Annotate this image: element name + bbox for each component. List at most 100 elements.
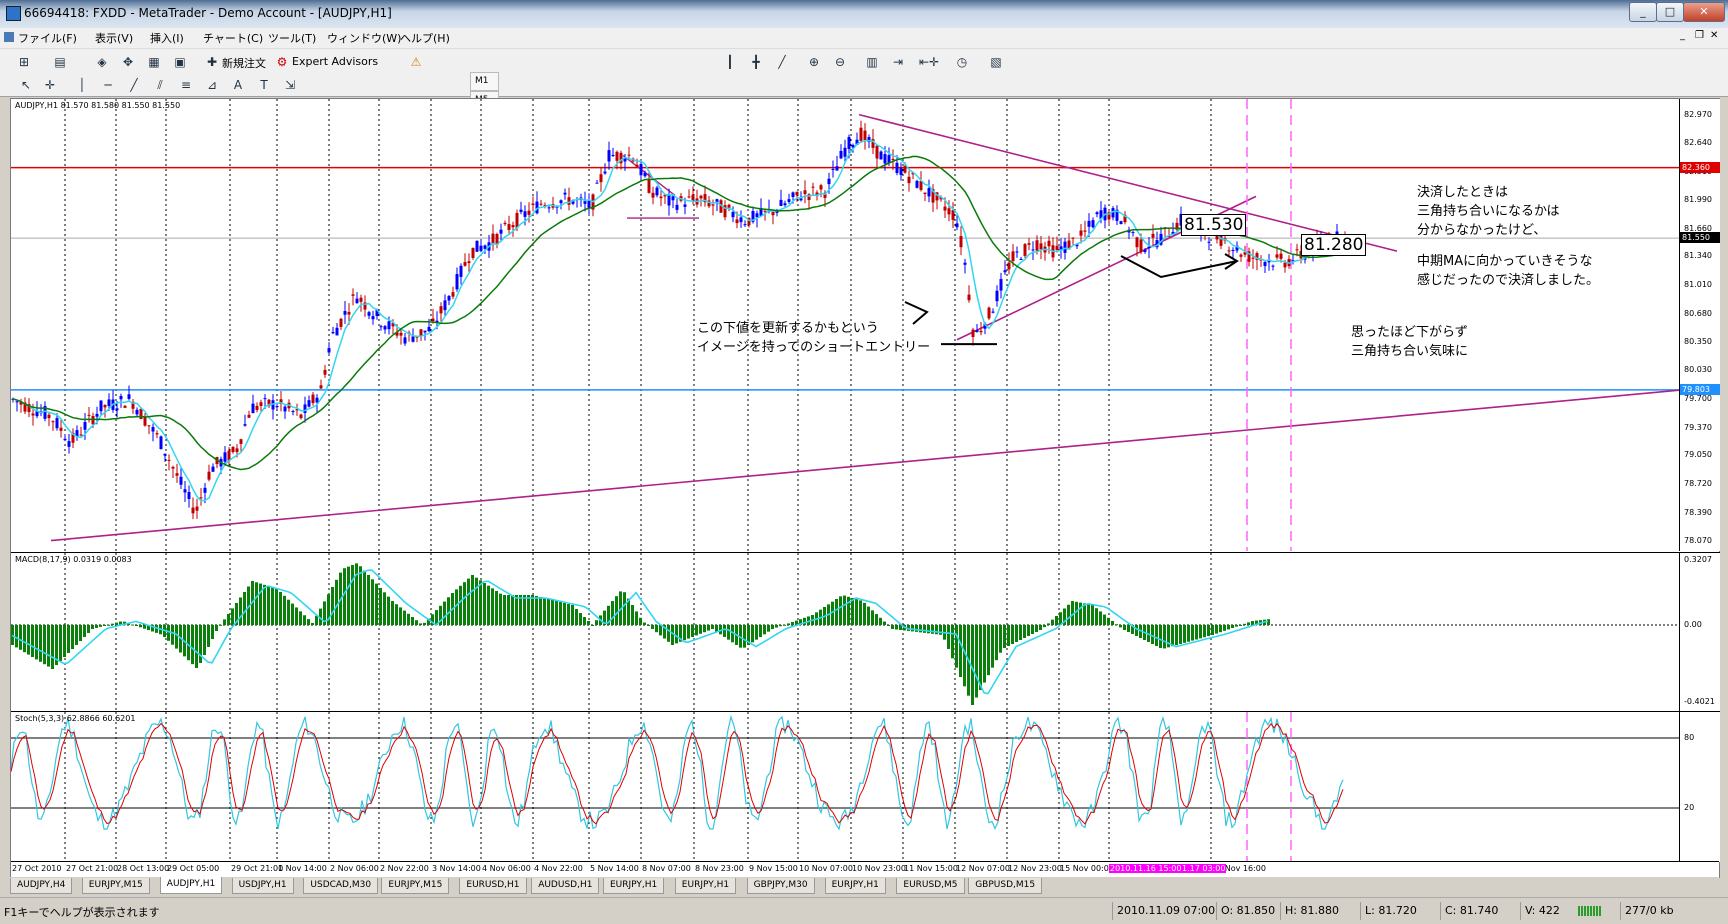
chart-tab[interactable]: GBPJPY,M30 [746, 878, 815, 894]
exit-price-label: 81.280 [1301, 234, 1367, 256]
zoom-in-icon[interactable]: ⊕ [804, 52, 824, 72]
menu-file[interactable]: ファイル(F) [18, 30, 77, 46]
autoscroll-icon[interactable]: ⇥ [888, 52, 908, 72]
candle-body [59, 427, 63, 431]
mdi-minimize-icon[interactable]: _ [1680, 30, 1685, 41]
tester-icon[interactable]: ▣ [170, 52, 190, 72]
expert-advisors-button[interactable]: Expert Advisors [292, 55, 378, 68]
price-panel[interactable]: AUDJPY,H1 81.570 81.580 81.550 81.550 この… [11, 99, 1679, 551]
price-tick: 82.640 [1684, 138, 1712, 148]
macd-chart[interactable] [11, 553, 1679, 711]
indicators-icon[interactable]: ✛ [924, 52, 944, 72]
macd-bar [643, 622, 646, 625]
templates-icon[interactable]: ▧ [986, 52, 1006, 72]
tile-windows-icon[interactable]: ▥ [862, 52, 882, 72]
macd-bar [475, 577, 478, 625]
document-icon[interactable] [4, 32, 14, 42]
menu-insert[interactable]: 挿入(I) [150, 30, 184, 46]
mdi-restore-icon[interactable]: ❐ [1695, 30, 1704, 41]
stoch-tick-80: 80 [1684, 733, 1695, 742]
chart-tab[interactable]: EURUSD,H1 [459, 878, 527, 894]
profiles-icon[interactable]: ▤ [50, 52, 70, 72]
channel-icon[interactable]: ⫽ [150, 75, 170, 95]
macd-bar [987, 625, 990, 676]
new-order-icon[interactable]: ✚ [202, 52, 222, 72]
gann-icon[interactable]: ⊿ [202, 75, 222, 95]
vertical-line-icon[interactable]: │ [72, 75, 92, 95]
candle-body [1091, 220, 1095, 228]
zoom-out-icon[interactable]: ⊖ [830, 52, 850, 72]
stoch-chart[interactable] [11, 712, 1679, 862]
macd-panel[interactable]: MACD(8,17,9) 0.0319 0.0083 [11, 552, 1679, 711]
macd-bar [763, 625, 766, 635]
minimize-button[interactable]: _ [1629, 2, 1657, 22]
chart-tab[interactable]: EURJPY,M15 [381, 878, 450, 894]
arrows-icon[interactable]: ⇲ [280, 75, 300, 95]
chart-tab[interactable]: AUDUSD,H1 [531, 878, 600, 894]
macd-bar [19, 625, 22, 650]
navigator-icon[interactable]: ✥ [118, 52, 138, 72]
text-icon[interactable]: A [228, 75, 248, 95]
new-order-button[interactable]: 新規注文 [222, 55, 266, 71]
chart-tab[interactable]: EURJPY,H1 [824, 878, 886, 894]
close-window-button[interactable]: ✕ [1683, 2, 1725, 22]
macd-bar [911, 625, 914, 632]
price-scale[interactable]: 82.97082.64082.31081.99081.66081.34081.0… [1679, 99, 1720, 551]
candle-body [127, 394, 131, 399]
candle-body [315, 397, 319, 403]
macd-bar [15, 625, 18, 648]
macd-bar [387, 596, 390, 625]
macd-bar [383, 592, 386, 625]
chart-tab[interactable]: AUDJPY,H4 [10, 878, 73, 894]
candle-body [1083, 230, 1087, 232]
chart-tab[interactable]: USDCAD,M30 [303, 878, 379, 894]
macd-bar [1135, 625, 1138, 636]
close-annotation-line-4: 中期MAに向かっていきそうな [1417, 254, 1593, 269]
chart-tab[interactable]: EURJPY,H1 [603, 878, 665, 894]
chart-tab[interactable]: EURJPY,H1 [674, 878, 737, 894]
menu-view[interactable]: 表示(V) [95, 30, 133, 46]
chart-tab[interactable]: AUDJPY,H1 [159, 877, 223, 894]
mdi-close-icon[interactable]: ✕ [1710, 30, 1718, 41]
candle-body [83, 421, 87, 430]
menu-tools[interactable]: ツール(T) [268, 30, 316, 46]
macd-bar [615, 596, 618, 625]
fibonacci-icon[interactable]: ≡ [176, 75, 196, 95]
menu-window[interactable]: ウィンドウ(W) [327, 30, 401, 46]
menu-help[interactable]: ヘルプ(H) [400, 30, 450, 46]
macd-bar [723, 625, 726, 637]
menu-chart[interactable]: チャート(C) [203, 30, 263, 46]
time-label: 4 Nov 22:00 [534, 864, 583, 873]
macd-bar [211, 625, 214, 639]
new-chart-icon[interactable]: ⊞ [14, 52, 34, 72]
candle-body [735, 219, 739, 224]
chart-tab[interactable]: EURJPY,M15 [81, 878, 150, 894]
candle-body [107, 399, 111, 406]
macd-bar [499, 593, 502, 625]
cursor-icon[interactable]: ↖ [16, 75, 36, 95]
periods-icon[interactable]: ◷ [952, 52, 972, 72]
chart-tab[interactable]: USDJPY,H1 [231, 878, 294, 894]
trendline-icon[interactable]: ╱ [124, 75, 144, 95]
chart-tab[interactable]: EURUSD,M5 [896, 878, 965, 894]
candle-body [67, 441, 71, 447]
stoch-main-line [11, 714, 1344, 831]
macd-bar [1023, 625, 1026, 638]
warning-icon[interactable]: ⚠ [406, 52, 426, 72]
crosshair-icon[interactable]: ✛ [40, 75, 60, 95]
stoch-panel[interactable]: Stoch(5,3,3) 62.8866 60.6201 [11, 711, 1679, 862]
terminal-icon[interactable]: ▦ [144, 52, 164, 72]
chart-window[interactable]: AUDJPY,H1 81.570 81.580 81.550 81.550 この… [10, 98, 1720, 878]
candlestick-icon[interactable]: ╋ [746, 52, 766, 72]
line-chart-icon[interactable]: ╱ [772, 52, 792, 72]
chart-tab[interactable]: GBPUSD,M15 [968, 878, 1043, 894]
macd-bar [791, 622, 794, 625]
maximize-button[interactable]: □ [1656, 2, 1684, 22]
candle-body [339, 318, 343, 327]
timeframe-m1[interactable]: M1 [470, 72, 500, 91]
market-watch-icon[interactable]: ◈ [92, 52, 112, 72]
bar-chart-icon[interactable]: ┃ [720, 52, 740, 72]
horizontal-line-icon[interactable]: ─ [98, 75, 118, 95]
expert-advisors-icon[interactable]: ⚙ [272, 52, 292, 72]
label-icon[interactable]: T [254, 75, 274, 95]
